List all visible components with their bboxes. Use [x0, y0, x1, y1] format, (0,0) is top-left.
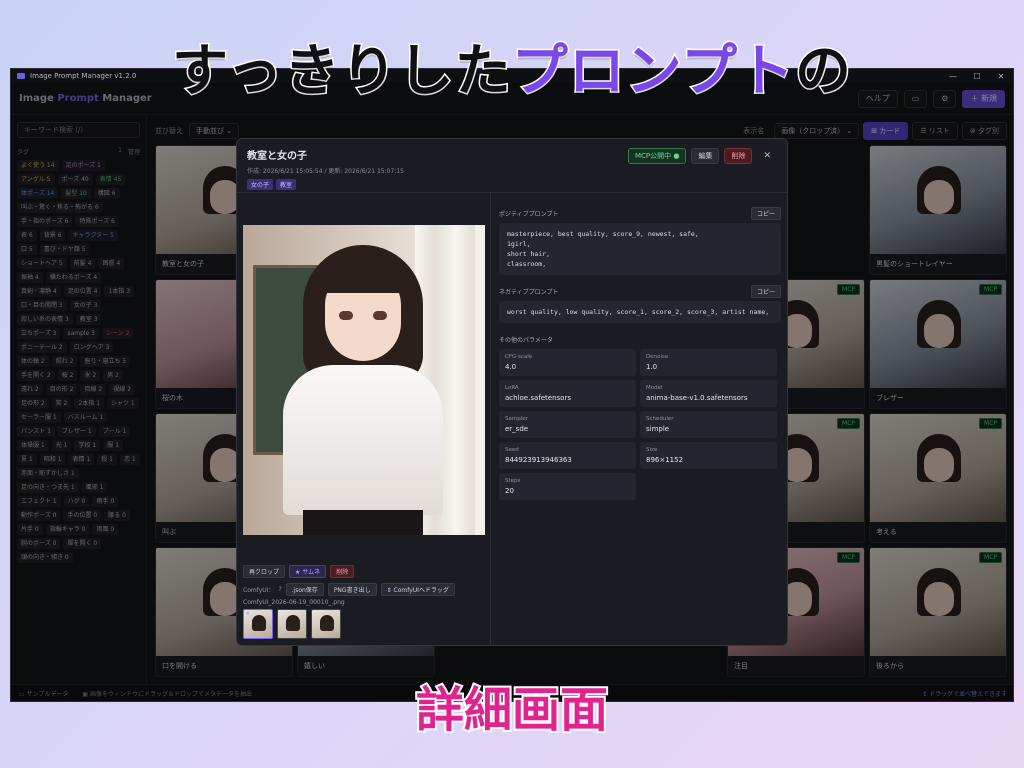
save-json-button[interactable]: .json保存: [285, 583, 324, 596]
param-lora: LoRA achloe.safetensors: [499, 380, 636, 407]
param-steps: Steps 20: [499, 473, 636, 500]
headline-part-1: すっきりした: [170, 38, 512, 106]
param-cfg: CFG scale 4.0: [499, 349, 636, 376]
thumbnail[interactable]: [311, 609, 341, 639]
delete-image-button[interactable]: 削除: [330, 565, 355, 578]
main-image: [243, 225, 485, 535]
param-sampler: Sampler er_sde: [499, 411, 636, 438]
promo-headline: すっきりしたプロンプトの: [0, 26, 1024, 107]
set-thumbnail-button[interactable]: ★ サムネ: [289, 565, 327, 578]
positive-prompt-text[interactable]: masterpiece, best quality, score_9, newe…: [499, 223, 781, 275]
promo-footer-title: 詳細画面: [0, 670, 1024, 740]
param-denoise: Denoise 1.0: [640, 349, 777, 376]
param-seed: Seed 844923913946363: [499, 442, 636, 469]
mcp-status-button[interactable]: MCP公開中 ●: [627, 148, 687, 164]
file-name: ComfyUI_2026-06-19_00010_.png: [243, 599, 345, 606]
thumbnail[interactable]: [277, 609, 307, 639]
param-model: Model anima-base-v1.0.safetensors: [640, 380, 777, 407]
thumbnail[interactable]: ★: [243, 609, 273, 639]
comfyui-label: ComfyUI：: [243, 587, 275, 594]
negative-prompt-text[interactable]: worst quality, low quality, score_1, sco…: [499, 301, 781, 323]
params-label: その他のパラメータ: [499, 336, 553, 344]
footer-text: 詳細画面: [414, 680, 610, 740]
recrop-button[interactable]: 再クロップ: [243, 565, 286, 578]
modal-image-panel: 再クロップ ★ サムネ 削除 ComfyUI： ? .json保存 PNG書き出…: [237, 193, 491, 645]
param-scheduler: Scheduler simple: [640, 411, 777, 438]
positive-prompt-label: ポジティブプロンプト: [499, 210, 559, 218]
detail-modal: 教室と女の子 作成: 2026/6/21 15:05:54 / 更新: 2026…: [236, 138, 788, 646]
close-icon[interactable]: ✕: [757, 148, 777, 164]
modal-tag[interactable]: 教室: [276, 179, 297, 190]
delete-button[interactable]: 削除: [724, 148, 753, 164]
modal-header: 教室と女の子 作成: 2026/6/21 15:05:54 / 更新: 2026…: [237, 139, 787, 193]
copy-negative-button[interactable]: コピー: [750, 284, 781, 298]
thumbnail-strip: ★: [243, 609, 341, 639]
param-size: Size 896×1152: [640, 442, 777, 469]
copy-positive-button[interactable]: コピー: [750, 206, 781, 220]
edit-button[interactable]: 編集: [691, 148, 720, 164]
negative-prompt-label: ネガティブプロンプト: [499, 288, 559, 296]
help-icon[interactable]: ?: [278, 586, 281, 593]
export-png-button[interactable]: PNG書き出し: [327, 583, 377, 596]
headline-part-2: プロンプト: [510, 38, 796, 106]
headline-part-3: の: [794, 38, 853, 106]
drag-to-comfyui-button[interactable]: ⇕ ComfyUIへドラッグ: [380, 583, 455, 596]
star-icon: ★: [245, 610, 251, 617]
modal-tag[interactable]: 女の子: [247, 179, 274, 190]
modal-prompt-panel: ポジティブプロンプト コピー masterpiece, best quality,…: [499, 199, 781, 500]
modal-timestamps: 作成: 2026/6/21 15:05:54 / 更新: 2026/6/21 1…: [247, 168, 404, 175]
params-grid: CFG scale 4.0 Denoise 1.0 LoRA achloe.safet…: [499, 349, 781, 500]
